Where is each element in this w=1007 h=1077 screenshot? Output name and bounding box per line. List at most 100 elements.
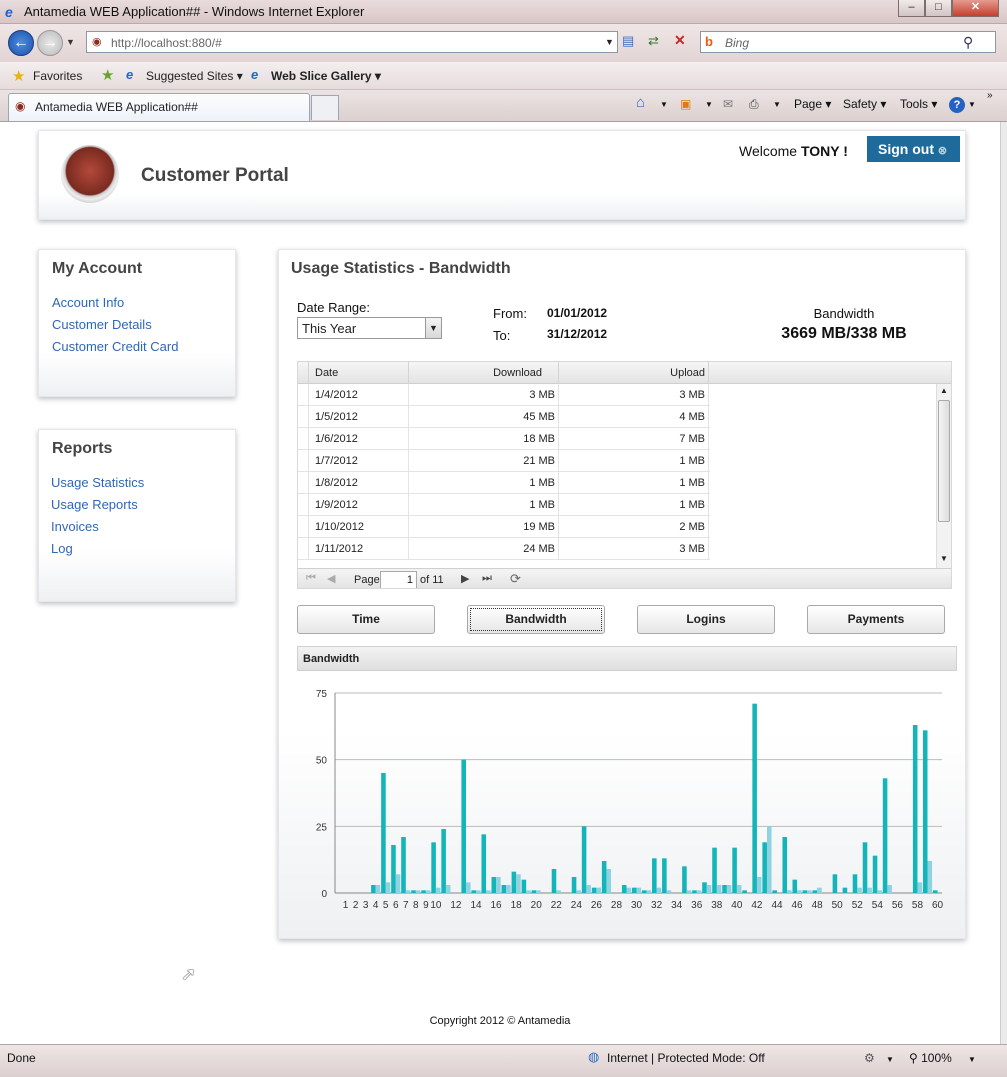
maximize-button[interactable]: □ (925, 0, 952, 17)
browser-tab-active[interactable]: ◉ Antamedia WEB Application## (8, 93, 310, 121)
x-tick-label: 14 (470, 900, 482, 911)
minimize-button[interactable]: – (898, 0, 925, 17)
date-range-label: Date Range: (297, 300, 370, 315)
prev-page-icon[interactable]: ◀ (327, 572, 335, 585)
chart-bar (425, 890, 431, 893)
table-row[interactable]: 1/4/2012 3 MB 3 MB (298, 384, 710, 406)
chart-bar (601, 861, 607, 893)
table-row[interactable]: 1/5/2012 45 MB 4 MB (298, 406, 710, 428)
chart-bar (626, 887, 632, 893)
bandwidth-tab-button[interactable]: Bandwidth (467, 605, 605, 634)
payments-tab-button[interactable]: Payments (807, 605, 945, 634)
page-scrollbar[interactable] (1000, 122, 1007, 1044)
sign-out-button[interactable]: Sign out ⊗ (867, 136, 960, 162)
page-number-input[interactable]: 1 (380, 571, 417, 588)
history-dropdown-icon[interactable]: ▼ (66, 37, 75, 47)
favorites-star-icon: ★ (12, 68, 26, 85)
back-button[interactable]: ← (8, 30, 34, 56)
grid-scrollbar[interactable]: ▲ ▼ (936, 384, 951, 568)
home-dropdown-icon[interactable]: ▼ (660, 100, 668, 109)
compatibility-view-icon[interactable]: ▤ (622, 33, 634, 49)
chart-bar (772, 890, 778, 893)
chart-bar (596, 887, 601, 893)
table-row[interactable]: 1/7/2012 21 MB 1 MB (298, 450, 710, 472)
scroll-thumb[interactable] (938, 400, 950, 522)
security-zone-text[interactable]: Internet | Protected Mode: Off (607, 1051, 765, 1065)
chart-bar (395, 874, 401, 893)
table-row[interactable]: 1/9/2012 1 MB 1 MB (298, 494, 710, 516)
chart-bar (932, 890, 938, 893)
refresh-icon[interactable]: ⇄ (648, 33, 659, 49)
last-page-icon[interactable]: ⏭ (482, 572, 492, 585)
cell-date: 1/6/2012 (315, 433, 358, 445)
globe-icon: ◍ (588, 1049, 600, 1064)
refresh-grid-icon[interactable]: ⟳ (510, 571, 521, 587)
chart-bar (581, 826, 587, 893)
column-date[interactable]: Date (309, 362, 409, 384)
column-upload[interactable]: Upload (559, 362, 709, 384)
tools-menu[interactable]: Tools ▾ (900, 97, 937, 111)
stop-icon[interactable]: ✕ (674, 32, 686, 49)
home-icon[interactable]: ⌂ (636, 94, 645, 111)
page-menu[interactable]: Page ▾ (794, 97, 831, 111)
chart-bar (762, 842, 767, 893)
search-input[interactable]: b Bing ⚲ (700, 31, 996, 53)
help-dropdown-icon[interactable]: ▼ (968, 100, 976, 109)
usage-grid: Date Download Upload 1/4/2012 3 MB 3 MB 1/5… (297, 361, 952, 589)
zoom-dropdown-icon[interactable]: ▼ (968, 1055, 976, 1064)
chart-bar (917, 882, 923, 893)
chart-bar (431, 842, 436, 893)
column-download[interactable]: Download (409, 362, 559, 384)
chevron-down-icon[interactable]: ▼ (425, 318, 441, 338)
invoices-link[interactable]: Invoices (51, 519, 99, 534)
feeds-dropdown-icon[interactable]: ▼ (705, 100, 713, 109)
chart-bar (877, 890, 882, 893)
customer-details-link[interactable]: Customer Details (52, 317, 152, 332)
forward-button[interactable]: → (37, 30, 63, 56)
chart-bar (465, 882, 471, 893)
usage-reports-link[interactable]: Usage Reports (51, 497, 138, 512)
new-tab-button[interactable] (311, 95, 339, 120)
read-mail-icon[interactable]: ✉ (723, 97, 733, 111)
search-icon[interactable]: ⚲ (963, 34, 973, 51)
add-favorite-icon[interactable]: ★ (101, 66, 114, 84)
address-dropdown-icon[interactable]: ▼ (605, 37, 614, 47)
print-dropdown-icon[interactable]: ▼ (773, 100, 781, 109)
mouse-cursor-icon: ➚ (181, 964, 197, 984)
page-viewport: Customer Portal Welcome TONY ! Sign out … (0, 122, 1000, 1044)
address-input[interactable]: ◉ http://localhost:880/# ▼ (86, 31, 618, 53)
web-slice-gallery-button[interactable]: Web Slice Gallery ▾ (271, 69, 381, 83)
logins-tab-button[interactable]: Logins (637, 605, 775, 634)
safety-menu[interactable]: Safety ▾ (843, 97, 886, 111)
chevron-more-icon[interactable]: » (987, 90, 993, 101)
suggested-sites-button[interactable]: Suggested Sites ▾ (146, 69, 243, 83)
table-row[interactable]: 1/6/2012 18 MB 7 MB (298, 428, 710, 450)
print-icon[interactable]: ⎙ (749, 97, 759, 112)
help-icon[interactable]: ? (949, 97, 965, 113)
cell-download: 21 MB (523, 455, 555, 467)
log-link[interactable]: Log (51, 541, 73, 556)
feeds-icon[interactable]: ▣ (680, 97, 691, 111)
favorites-button[interactable]: Favorites (33, 69, 82, 83)
privacy-icon[interactable]: ⚙ (864, 1051, 875, 1065)
chart-bar (766, 826, 772, 893)
x-tick-label: 54 (872, 900, 884, 911)
antamedia-logo (61, 145, 119, 203)
customer-credit-card-link[interactable]: Customer Credit Card (52, 339, 178, 354)
zoom-control[interactable]: ⚲ 100% (909, 1051, 952, 1065)
first-page-icon[interactable]: ⏮ (306, 572, 316, 585)
close-window-button[interactable]: ✕ (952, 0, 999, 17)
next-page-icon[interactable]: ▶ (461, 572, 469, 585)
portal-header: Customer Portal Welcome TONY ! Sign out … (38, 130, 966, 220)
account-info-link[interactable]: Account Info (52, 295, 124, 310)
time-tab-button[interactable]: Time (297, 605, 435, 634)
x-tick-label: 30 (631, 900, 643, 911)
cell-upload: 1 MB (679, 455, 705, 467)
x-tick-label: 32 (651, 900, 663, 911)
privacy-dropdown-icon[interactable]: ▼ (886, 1055, 894, 1064)
date-range-select[interactable]: This Year ▼ (297, 317, 442, 339)
table-row[interactable]: 1/8/2012 1 MB 1 MB (298, 472, 710, 494)
table-row[interactable]: 1/11/2012 24 MB 3 MB (298, 538, 710, 560)
usage-statistics-link[interactable]: Usage Statistics (51, 475, 144, 490)
table-row[interactable]: 1/10/2012 19 MB 2 MB (298, 516, 710, 538)
